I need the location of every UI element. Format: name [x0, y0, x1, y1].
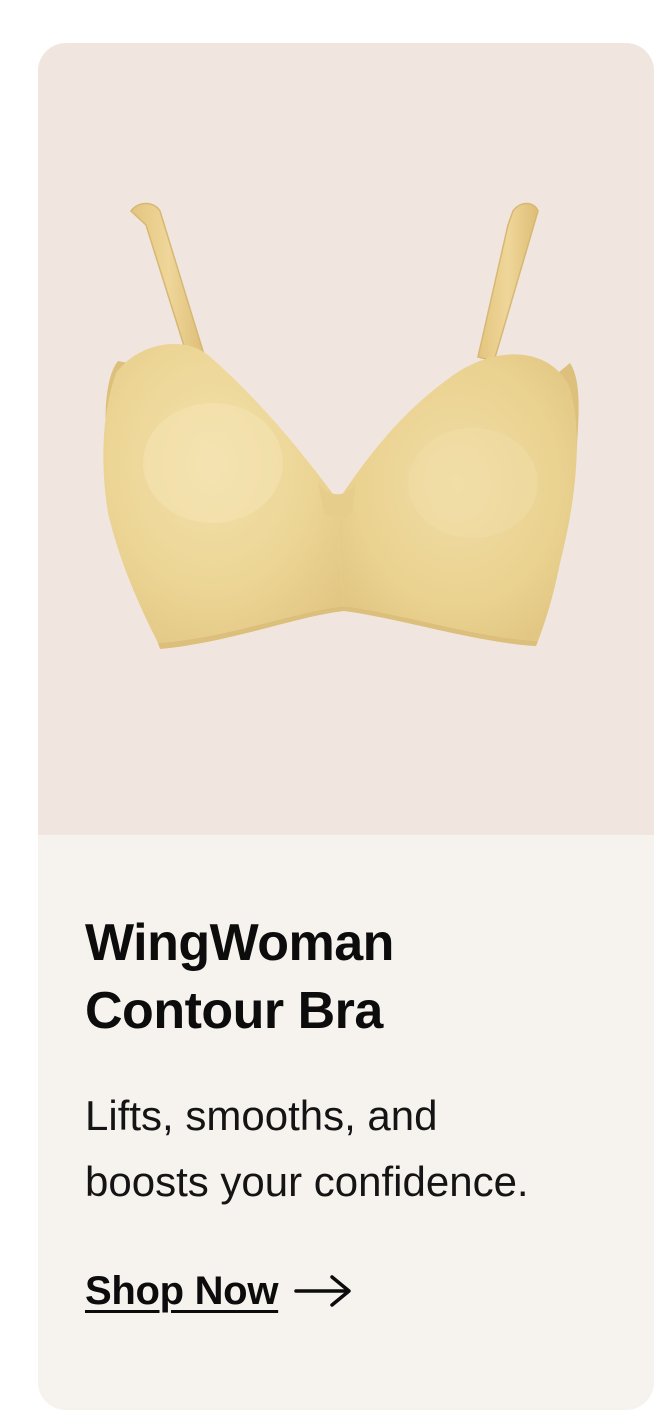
- product-info: WingWoman Contour Bra Lifts, smooths, an…: [38, 835, 654, 1410]
- shop-now-label[interactable]: Shop Now: [85, 1269, 278, 1314]
- product-title-line2: Contour Bra: [85, 982, 383, 1040]
- arrow-right-icon[interactable]: [294, 1273, 354, 1309]
- product-card[interactable]: WingWoman Contour Bra Lifts, smooths, an…: [38, 43, 654, 1410]
- product-image-area[interactable]: [38, 43, 654, 835]
- product-description-line1: Lifts, smooths, and: [85, 1092, 438, 1139]
- product-title-line1: WingWoman: [85, 914, 394, 972]
- shop-now-link[interactable]: Shop Now: [85, 1265, 354, 1317]
- product-title: WingWoman Contour Bra: [85, 909, 605, 1045]
- product-description: Lifts, smooths, and boosts your confiden…: [85, 1083, 625, 1215]
- bra-product-image: [103, 202, 579, 649]
- product-description-line2: boosts your confidence.: [85, 1158, 529, 1205]
